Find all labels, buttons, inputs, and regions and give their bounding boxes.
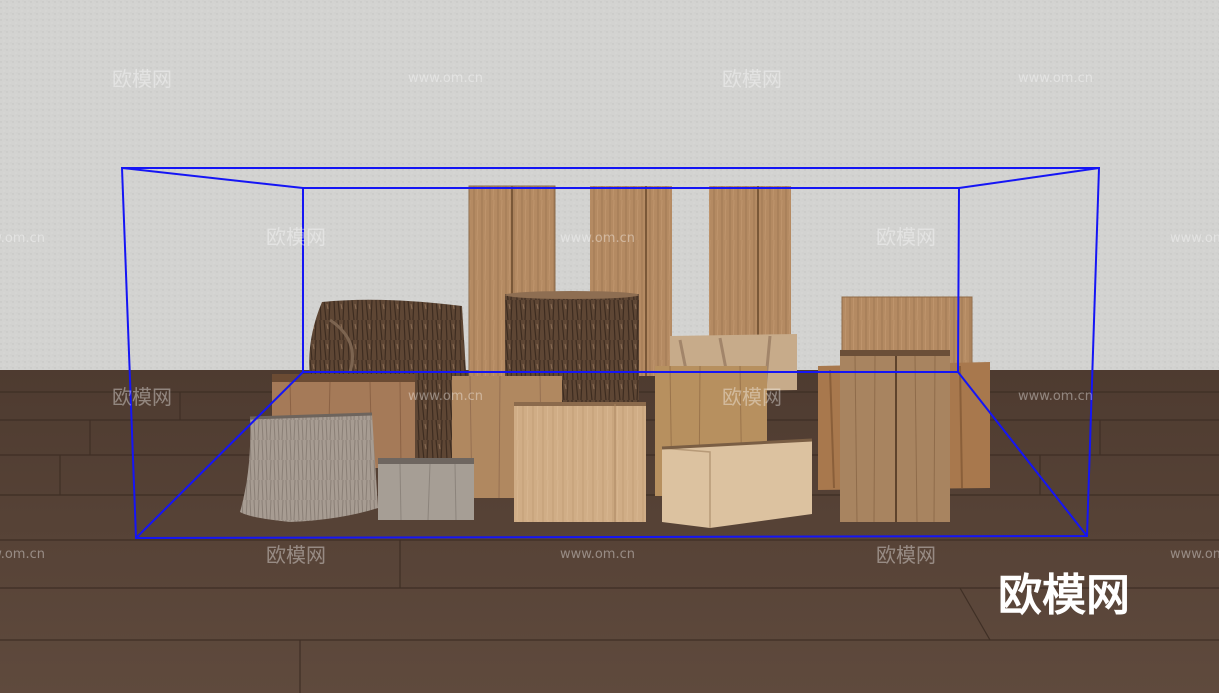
- watermark-url: www.om.cn: [0, 547, 45, 562]
- watermark-brand: 欧模网: [266, 225, 326, 249]
- watermark-brand: 欧模网: [112, 67, 172, 91]
- watermark-brand: 欧模网: [876, 225, 936, 249]
- front-right-tall-block: [840, 350, 950, 523]
- scene-svg: 欧模网 www.om.cn 欧模网 www.om.cn www.om.cn 欧模…: [0, 0, 1219, 693]
- watermark-url: www.om.cn: [1170, 231, 1219, 246]
- corner-logo: 欧模网: [998, 570, 1130, 621]
- watermark-url: www.om.cn: [1170, 547, 1219, 562]
- watermark-brand: 欧模网: [722, 67, 782, 91]
- watermark-brand: 欧模网: [112, 385, 172, 409]
- gray-flared-stump: [240, 412, 378, 522]
- watermark-url: www.om.cn: [1018, 71, 1093, 86]
- front-light-block: [514, 402, 646, 522]
- watermark-url: www.om.cn: [408, 71, 483, 86]
- tall-plank-3: [709, 186, 791, 336]
- watermark-url: www.om.cn: [560, 547, 635, 562]
- small-gray-block: [378, 458, 474, 521]
- watermark-brand: 欧模网: [266, 543, 326, 567]
- watermark-url: www.om.cn: [560, 231, 635, 246]
- watermark-brand: 欧模网: [722, 385, 782, 409]
- watermark-brand: 欧模网: [876, 543, 936, 567]
- lying-light-block: [661, 438, 813, 528]
- scene-render: 欧模网 www.om.cn 欧模网 www.om.cn www.om.cn 欧模…: [0, 0, 1219, 693]
- watermark-url: www.om.cn: [0, 231, 45, 246]
- watermark-url: www.om.cn: [408, 389, 483, 404]
- watermark-url: www.om.cn: [1018, 389, 1093, 404]
